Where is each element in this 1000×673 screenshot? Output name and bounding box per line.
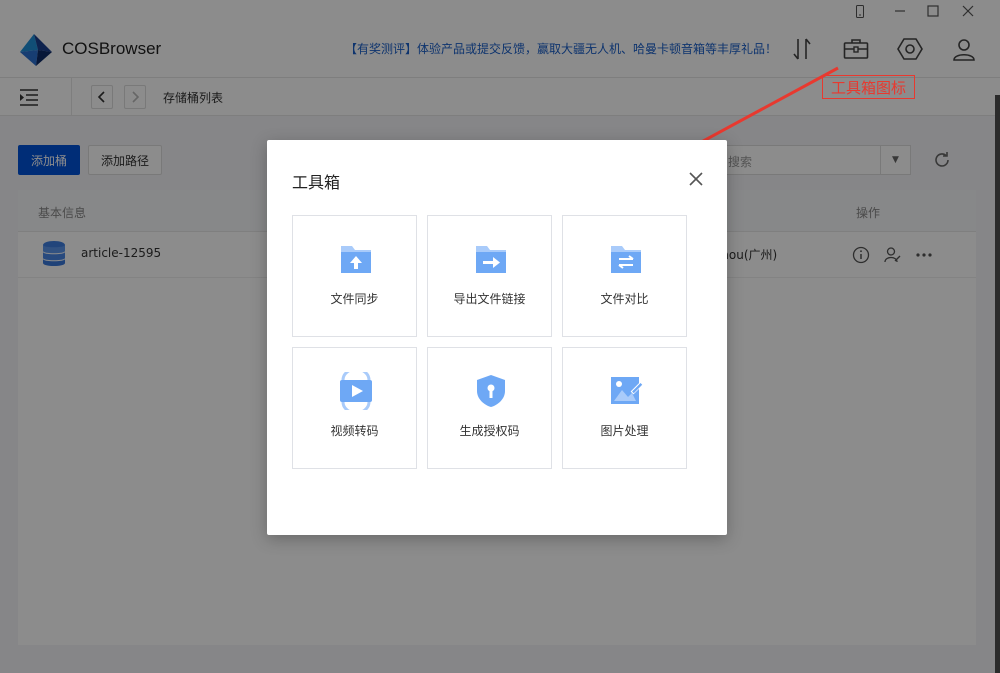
tool-label: 文件对比 bbox=[600, 292, 649, 306]
shield-key-icon bbox=[472, 372, 510, 410]
folder-upload-icon bbox=[337, 240, 375, 278]
tool-label: 导出文件链接 bbox=[453, 292, 526, 306]
toolbox-dialog: 工具箱 文件同步 导出文件链接 文件对比 视频转码 生成授权码 图片处理 bbox=[267, 140, 727, 535]
annotation-label: 工具箱图标 bbox=[822, 75, 915, 99]
dialog-title: 工具箱 bbox=[292, 173, 341, 192]
folder-export-icon bbox=[472, 240, 510, 278]
tool-label: 文件同步 bbox=[330, 292, 379, 306]
tool-label: 生成授权码 bbox=[459, 424, 520, 438]
close-icon[interactable] bbox=[685, 168, 707, 190]
tool-image-processing[interactable]: 图片处理 bbox=[562, 347, 687, 469]
tool-file-sync[interactable]: 文件同步 bbox=[292, 215, 417, 337]
tool-export-links[interactable]: 导出文件链接 bbox=[427, 215, 552, 337]
folder-compare-icon bbox=[607, 240, 645, 278]
tool-video-transcode[interactable]: 视频转码 bbox=[292, 347, 417, 469]
window-edge bbox=[995, 95, 1000, 673]
image-edit-icon bbox=[607, 372, 645, 410]
tool-label: 视频转码 bbox=[330, 424, 379, 438]
tool-label: 图片处理 bbox=[600, 424, 649, 438]
tool-generate-auth-code[interactable]: 生成授权码 bbox=[427, 347, 552, 469]
video-transcode-icon bbox=[337, 367, 375, 415]
tool-file-compare[interactable]: 文件对比 bbox=[562, 215, 687, 337]
